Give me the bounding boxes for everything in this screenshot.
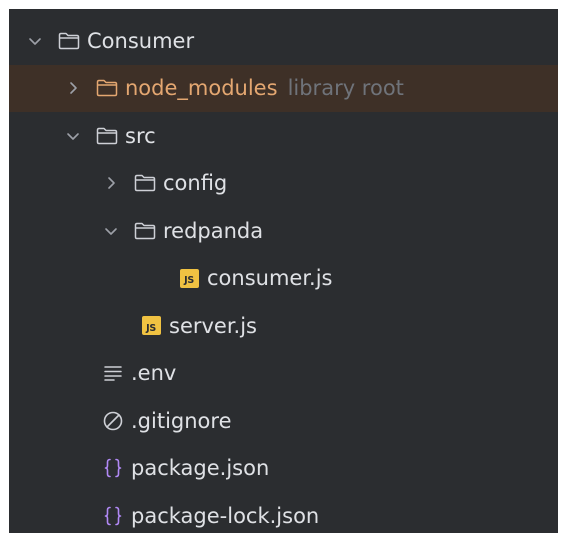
project-tree: Consumer node_modules library root src c… <box>9 17 558 533</box>
tree-item-gitignore[interactable]: .gitignore <box>9 397 558 445</box>
js-badge: JS <box>179 268 199 288</box>
js-file-icon: JS <box>139 314 163 338</box>
tree-item-redpanda[interactable]: redpanda <box>9 207 558 255</box>
ignored-file-icon <box>101 409 125 433</box>
folder-icon <box>95 76 119 100</box>
js-file-icon: JS <box>177 266 201 290</box>
tree-item-label: .gitignore <box>131 408 232 433</box>
tree-item-package-lock-json[interactable]: package-lock.json <box>9 492 558 533</box>
tree-item-consumer-js[interactable]: JS consumer.js <box>9 255 558 303</box>
tree-item-label: server.js <box>169 313 257 338</box>
tree-item-label: .env <box>131 361 177 386</box>
folder-icon <box>57 29 81 53</box>
chevron-down-icon[interactable] <box>65 128 81 144</box>
tree-item-server-js[interactable]: JS server.js <box>9 302 558 350</box>
chevron-down-icon[interactable] <box>103 223 119 239</box>
tree-item-label: package-lock.json <box>131 503 320 528</box>
text-lines-icon <box>101 361 125 385</box>
folder-icon <box>133 171 157 195</box>
tree-item-label: redpanda <box>163 218 264 243</box>
tree-item-label: node_modules <box>125 76 278 101</box>
project-tool-window: Consumer node_modules library root src c… <box>9 9 558 533</box>
chevron-down-icon[interactable] <box>27 33 43 49</box>
tree-item-node-modules[interactable]: node_modules library root <box>9 64 558 112</box>
tree-item-label: consumer.js <box>207 266 333 291</box>
braces-icon <box>101 504 125 528</box>
tree-item-env[interactable]: .env <box>9 350 558 398</box>
tree-item-package-json[interactable]: package.json <box>9 445 558 493</box>
tree-item-label: Consumer <box>87 28 195 53</box>
tree-item-config[interactable]: config <box>9 160 558 208</box>
chevron-right-icon[interactable] <box>65 80 81 96</box>
braces-icon <box>101 456 125 480</box>
library-root-hint: library root <box>287 76 404 101</box>
tree-item-label: config <box>163 171 228 196</box>
tree-item-consumer[interactable]: Consumer <box>9 17 558 65</box>
js-badge: JS <box>141 316 161 336</box>
folder-icon <box>95 124 119 148</box>
tree-item-label: package.json <box>131 456 270 481</box>
tree-item-label: src <box>125 123 156 148</box>
folder-icon <box>133 219 157 243</box>
tree-item-src[interactable]: src <box>9 112 558 160</box>
chevron-right-icon[interactable] <box>103 175 119 191</box>
